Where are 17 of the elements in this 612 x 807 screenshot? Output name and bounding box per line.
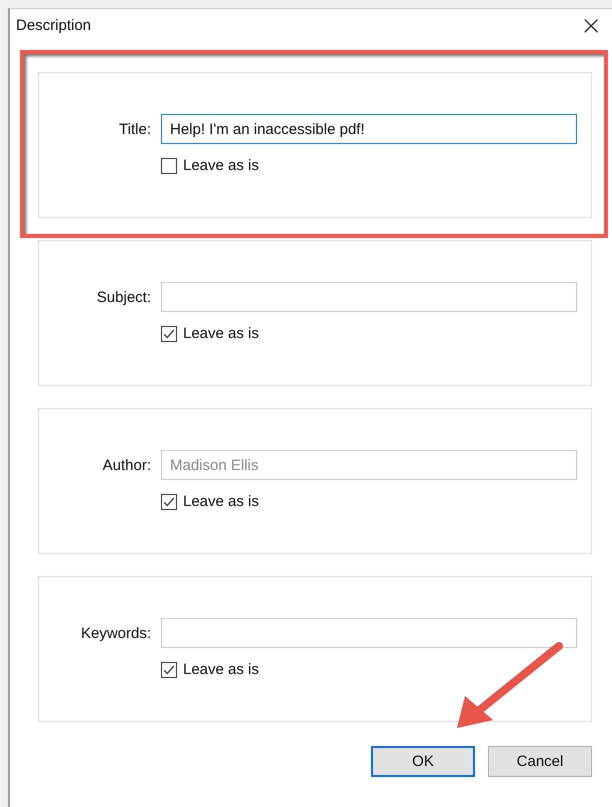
dialog-button[interactable]: OK: [371, 746, 475, 777]
checkbox[interactable]: [161, 662, 177, 678]
field-label: Keywords:: [80, 624, 151, 642]
field-label: Title:: [118, 120, 151, 138]
field-label: Subject:: [96, 288, 151, 306]
text-field[interactable]: [161, 282, 577, 312]
dialog-button[interactable]: Cancel: [488, 746, 592, 777]
checkbox-label[interactable]: Leave as is: [183, 325, 259, 342]
window-title: Description: [16, 17, 92, 34]
checkbox-label[interactable]: Leave as is: [183, 661, 259, 678]
text-field[interactable]: [161, 618, 577, 648]
checkbox[interactable]: [161, 326, 177, 342]
checkbox-label[interactable]: Leave as is: [183, 157, 259, 174]
text-field[interactable]: Help! I'm an inaccessible pdf!: [161, 114, 577, 144]
field-label: Author:: [102, 456, 151, 474]
checkbox[interactable]: [161, 158, 177, 174]
close-button[interactable]: ×: [570, 12, 612, 38]
